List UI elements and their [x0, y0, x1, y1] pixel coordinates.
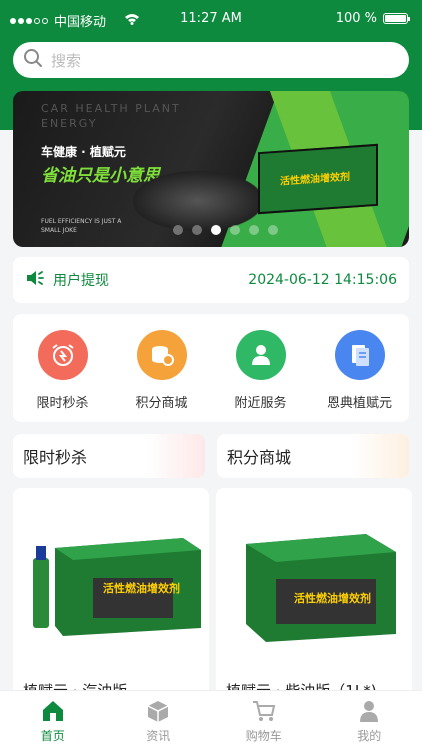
banner-small-text: FUEL EFFICIENCY IS JUST A SMALL JOKE: [41, 218, 122, 234]
search-icon: [23, 48, 51, 72]
menu-item-brand[interactable]: 恩典植赋元: [315, 330, 405, 422]
product-image: [246, 534, 396, 642]
menu-item-label: 限时秒杀: [36, 396, 89, 411]
carousel-indicator[interactable]: [173, 225, 278, 235]
tab-label: 资讯: [146, 729, 171, 743]
promo-banner[interactable]: CAR HEALTH PLANT ENERGY 车健康 · 植赋元 省油只是小意…: [13, 91, 409, 247]
carousel-dot[interactable]: [230, 225, 240, 235]
carousel-dot[interactable]: [192, 225, 202, 235]
product-box-label: 活性燃油增效剂: [280, 171, 350, 188]
product-box-image: 活性燃油增效剂: [258, 143, 378, 215]
carousel-dot[interactable]: [268, 225, 278, 235]
product-box-label: 活性燃油增效剂: [294, 592, 371, 605]
section-header-points-mall[interactable]: 积分商城: [217, 434, 409, 478]
battery-status: 100 %: [335, 11, 410, 26]
tab-label: 首页: [40, 729, 65, 743]
notice-label: 用户提现: [53, 273, 109, 289]
carousel-dot[interactable]: [173, 225, 183, 235]
tab-label: 购物车: [245, 729, 282, 743]
quick-menu: 限时秒杀 积分商城 附近服务 恩典植赋元: [13, 314, 409, 422]
tab-label: 我的: [357, 729, 382, 743]
product-box-label: 活性燃油增效剂: [103, 582, 180, 595]
tab-cart[interactable]: 购物车: [224, 691, 304, 750]
search-placeholder: 搜索: [51, 51, 82, 70]
carousel-dot[interactable]: [249, 225, 259, 235]
menu-item-label: 恩典植赋元: [326, 396, 392, 411]
notice-bar[interactable]: 用户提现 2024-06-12 14:15:06: [13, 257, 409, 303]
status-bar: 中国移动 11:27 AM 100 %: [0, 0, 422, 38]
menu-item-points-mall[interactable]: 积分商城: [117, 330, 207, 422]
coins-icon: [136, 330, 187, 380]
tab-home[interactable]: 首页: [13, 691, 93, 750]
tab-news[interactable]: 资讯: [118, 691, 198, 750]
alarm-clock-icon: [37, 330, 88, 380]
person-icon: [235, 330, 286, 380]
bottom-tab-bar: 首页 资讯 购物车 我的: [0, 690, 422, 750]
document-icon: [334, 330, 385, 380]
section-header-flash-sale[interactable]: 限时秒杀: [13, 434, 205, 478]
banner-brand-line: 车健康 · 植赋元: [41, 145, 126, 159]
car-image: [133, 171, 263, 231]
cart-icon: [252, 701, 275, 721]
search-input[interactable]: 搜索: [13, 42, 409, 78]
banner-english-title: CAR HEALTH PLANT ENERGY: [41, 102, 181, 130]
menu-item-label: 附近服务: [234, 396, 287, 411]
battery-icon: [383, 13, 410, 24]
tab-mine[interactable]: 我的: [329, 691, 409, 750]
user-icon: [360, 701, 379, 722]
speaker-icon: [25, 269, 45, 291]
product-card[interactable]: 活性燃油增效剂 植赋元 · 汽油版: [13, 488, 209, 698]
menu-item-label: 积分商城: [135, 396, 188, 411]
menu-item-nearby-service[interactable]: 附近服务: [216, 330, 306, 422]
notice-time: 2024-06-12 14:15:06: [248, 272, 397, 288]
carousel-dot-active[interactable]: [211, 225, 221, 235]
menu-item-flash-sale[interactable]: 限时秒杀: [18, 330, 108, 422]
battery-percent: 100 %: [335, 11, 377, 26]
product-card[interactable]: 活性燃油增效剂 植赋元 · 柴油版（1L*): [216, 488, 412, 698]
cube-icon: [147, 701, 169, 722]
home-icon: [42, 701, 63, 721]
